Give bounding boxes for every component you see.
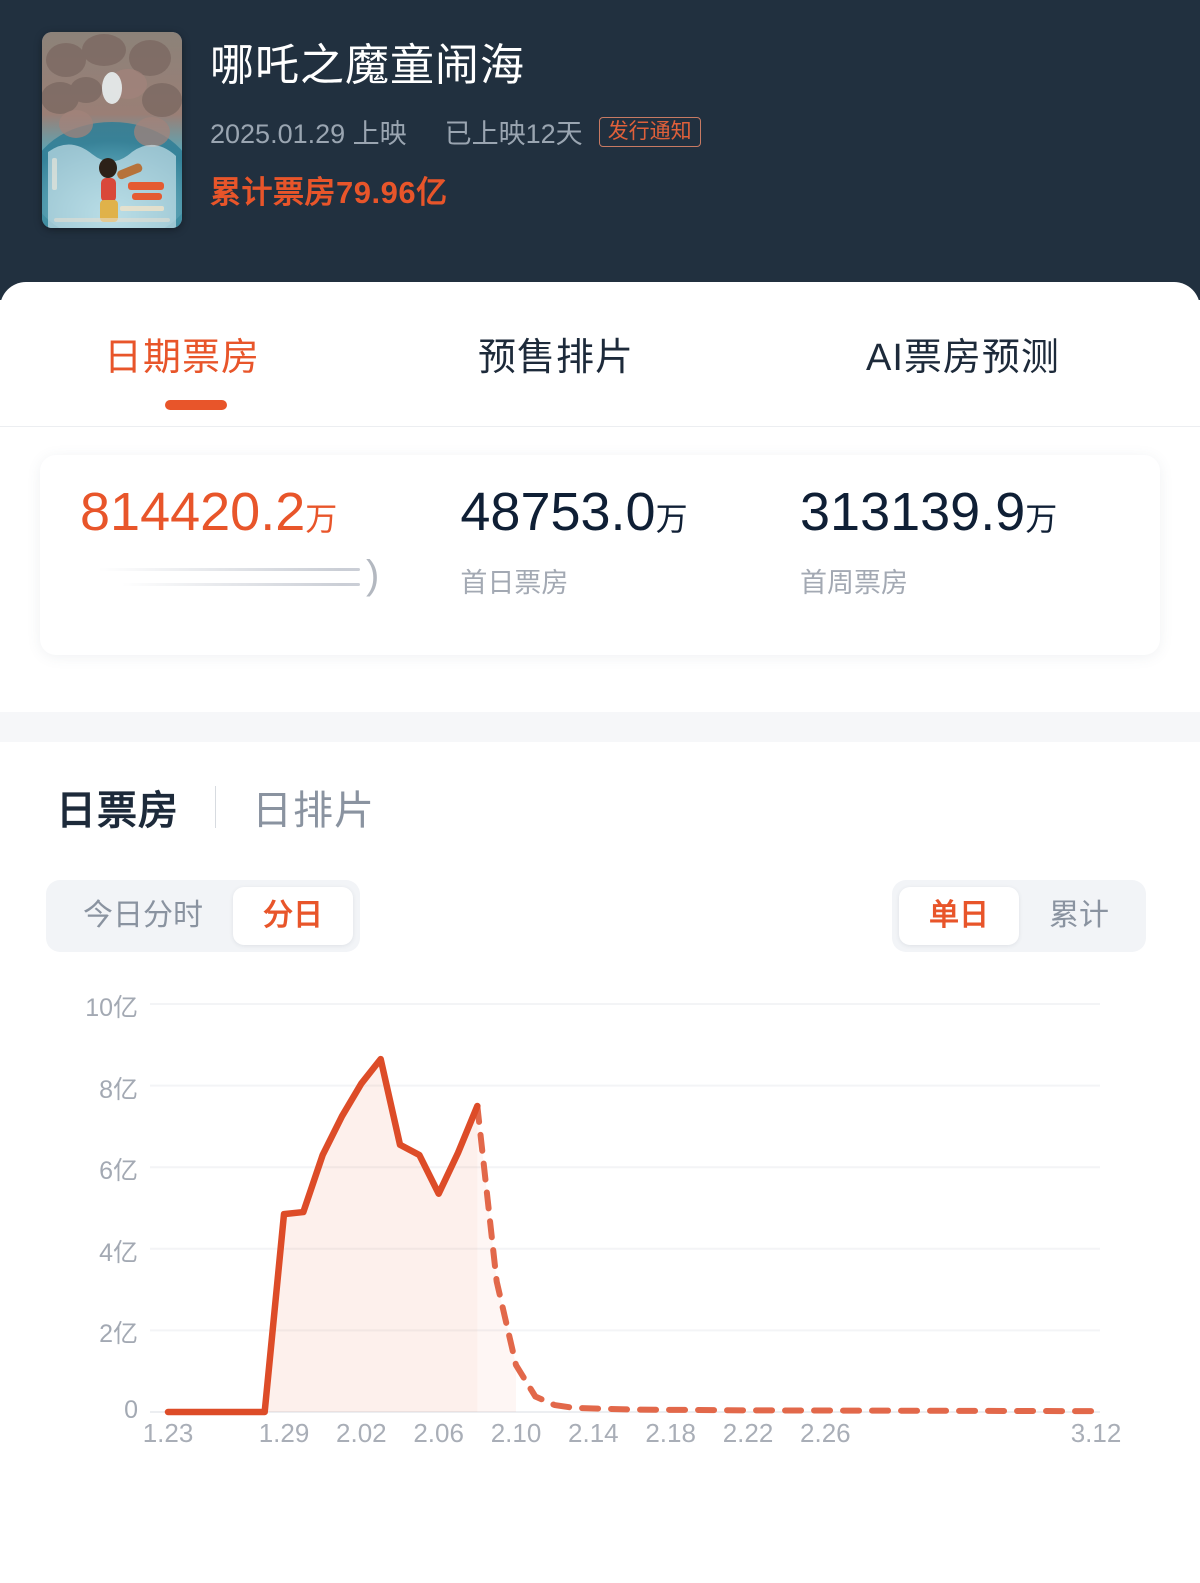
- seg-cumulative[interactable]: 累计: [1019, 887, 1139, 945]
- movie-poster[interactable]: [42, 32, 182, 228]
- y-axis-labels: 0 2亿 4亿 6亿 8亿 10亿: [0, 986, 138, 1446]
- active-tab-indicator: [165, 400, 227, 410]
- summary-stats-wrap: 814420.2万 ) 48753.0万 首日票房 313139.9万 首周票房: [0, 427, 1200, 655]
- tab-date-boxoffice[interactable]: 日期票房: [104, 326, 260, 381]
- stat-total-number: 814420.2: [80, 482, 306, 542]
- chart-controls-row: 今日分时 分日 单日 累计: [0, 836, 1200, 952]
- y-tick-label: 2亿: [99, 1320, 138, 1349]
- obscured-paren: ): [366, 553, 380, 597]
- stat-first-week-unit: 万: [1025, 501, 1058, 537]
- x-axis-labels: 1.23 1.29 2.02 2.06 2.10 2.14 2.18 2.22 2.26 3.12: [0, 1418, 1200, 1468]
- tab-presale-schedule[interactable]: 预售排片: [478, 326, 634, 381]
- stat-first-week-number: 313139.9: [800, 482, 1026, 542]
- stat-first-day-number: 48753.0: [460, 482, 656, 542]
- header-content: 哪吒之魔童闹海 2025.01.29 上映 已上映12天 发行通知 累计票房79…: [42, 32, 701, 228]
- chart-head-daily-schedule[interactable]: 日排片: [252, 778, 375, 836]
- release-info-row: 2025.01.29 上映 已上映12天 发行通知: [210, 112, 701, 151]
- seg-single-day[interactable]: 单日: [899, 887, 1019, 945]
- movie-meta: 哪吒之魔童闹海 2025.01.29 上映 已上映12天 发行通知 累计票房79…: [210, 32, 701, 228]
- chart-head-daily-boxoffice[interactable]: 日票房: [56, 778, 179, 836]
- x-tick-label: 2.14: [568, 1418, 619, 1448]
- app-root: 哪吒之魔童闹海 2025.01.29 上映 已上映12天 发行通知 累计票房79…: [0, 0, 1200, 1583]
- release-notice-badge[interactable]: 发行通知: [598, 116, 701, 147]
- stat-first-week-label: 首周票房: [800, 568, 908, 598]
- release-date: 2025.01.29 上映: [210, 119, 407, 150]
- x-tick-label: 2.26: [800, 1418, 851, 1448]
- stat-total-label-obscured: ): [80, 553, 380, 597]
- days-shown: 已上映12天: [444, 119, 583, 150]
- forecast-line: [474, 1103, 1099, 1415]
- x-tick-label: 2.18: [645, 1418, 696, 1448]
- x-tick-label: 1.29: [258, 1418, 310, 1448]
- stat-first-day: 48753.0万 首日票房: [460, 455, 800, 655]
- segmented-control-mode: 单日 累计: [892, 880, 1146, 952]
- stat-first-week-value: 313139.9万: [800, 485, 1160, 539]
- segmented-control-granularity: 今日分时 分日: [46, 880, 360, 952]
- y-tick-label: 10亿: [85, 994, 138, 1022]
- content-sheet: 日期票房 预售排片 AI票房预测 814420.2万 ) 48753.0万 首日…: [0, 282, 1200, 1583]
- y-tick-label: 8亿: [99, 1075, 138, 1104]
- summary-stats-card: 814420.2万 ) 48753.0万 首日票房 313139.9万 首周票房: [40, 455, 1160, 655]
- chart-head-row: 日票房 日排片: [0, 742, 1200, 836]
- stat-total-boxoffice: 814420.2万 ): [40, 455, 460, 655]
- x-tick-label: 2.10: [490, 1418, 542, 1448]
- boxoffice-chart[interactable]: 0 2亿 4亿 6亿 8亿 10亿 1.23 1.29 2.02 2.06 2.10 2.14 2.1…: [0, 986, 1200, 1506]
- total-boxoffice: 累计票房79.96亿: [210, 175, 448, 211]
- chart-canvas: [150, 1003, 1100, 1416]
- stat-first-day-unit: 万: [655, 501, 688, 537]
- chart-area-fill: [168, 1059, 478, 1412]
- x-tick-label: 2.02: [336, 1418, 387, 1448]
- stat-first-day-label: 首日票房: [460, 568, 569, 598]
- stat-total-unit: 万: [305, 501, 338, 537]
- tab-bar: 日期票房 预售排片 AI票房预测: [0, 282, 1200, 427]
- x-tick-label: 2.06: [413, 1418, 464, 1448]
- obscured-line-2: [122, 583, 360, 586]
- page-title: 哪吒之魔童闹海: [210, 41, 525, 90]
- stat-total-value: 814420.2万: [80, 485, 460, 539]
- seg-by-day[interactable]: 分日: [233, 887, 353, 945]
- section-separator: [0, 712, 1200, 742]
- seg-today-hourly[interactable]: 今日分时: [53, 887, 233, 945]
- y-tick-label: 4亿: [99, 1238, 138, 1267]
- y-tick-label: 6亿: [99, 1157, 138, 1186]
- x-tick-label: 1.23: [142, 1418, 194, 1448]
- x-tick-label: 3.12: [1070, 1418, 1122, 1448]
- movie-header: 哪吒之魔童闹海 2025.01.29 上映 已上映12天 发行通知 累计票房79…: [0, 0, 1200, 300]
- head-divider: [215, 786, 216, 828]
- stat-first-week: 313139.9万 首周票房: [800, 455, 1160, 655]
- x-tick-label: 2.22: [722, 1418, 774, 1448]
- obscured-line-1: [98, 568, 360, 571]
- tab-ai-forecast[interactable]: AI票房预测: [866, 326, 1060, 381]
- stat-first-day-value: 48753.0万: [460, 485, 800, 539]
- chart-section: 日票房 日排片 今日分时 分日 单日 累计 0 2亿 4亿 6亿 8亿 10亿 1.23 1…: [0, 742, 1200, 1506]
